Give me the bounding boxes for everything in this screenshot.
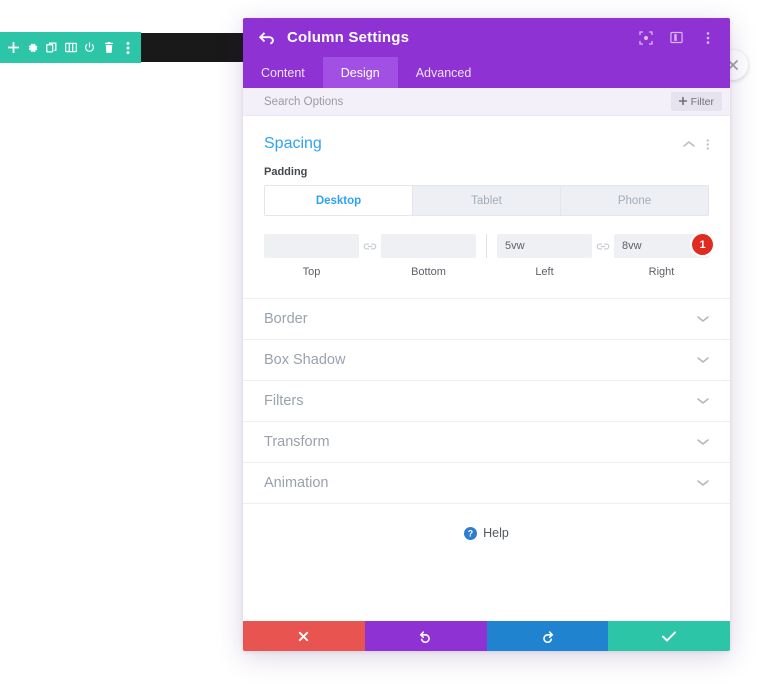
undo-icon [419,630,432,643]
modal-tabs: Content Design Advanced [243,57,730,88]
padding-fields-row: Top Bottom 5vw Left 8vw Right 1 [264,234,713,298]
page-title: Column Settings [287,29,410,46]
padding-top-label: Top [302,266,321,278]
module-toolbar [0,32,141,63]
column-settings-modal: Column Settings Content Design Advanced … [243,18,730,651]
accordion-box-shadow[interactable]: Box Shadow [243,340,730,381]
add-icon[interactable] [4,32,23,63]
chevron-down-icon [697,315,709,323]
spacing-group-icons [682,138,710,151]
spacing-group-header[interactable]: Spacing [264,116,709,166]
link-icon[interactable] [359,234,381,258]
accordion-label: Transform [264,434,330,450]
ellipsis-vertical-icon[interactable] [699,29,716,46]
filter-button[interactable]: Filter [670,92,722,111]
modal-body: Spacing Padding Desktop Tablet Phone Top… [243,116,730,621]
x-icon [298,631,309,642]
columns-icon[interactable] [61,32,80,63]
link-icon[interactable] [592,234,614,258]
modal-footer [243,621,730,651]
body-filler [243,540,730,621]
chevron-down-icon [697,397,709,405]
plus-icon [678,96,687,108]
check-icon [662,630,677,642]
duplicate-icon[interactable] [42,32,61,63]
help-label[interactable]: Help [483,526,509,540]
device-tab-phone[interactable]: Phone [561,186,708,215]
padding-label: Padding [264,166,308,178]
device-tab-tablet[interactable]: Tablet [413,186,561,215]
accordion-label: Animation [264,475,329,491]
chevron-down-icon [697,438,709,446]
trash-icon[interactable] [99,32,118,63]
modal-header: Column Settings [243,18,730,57]
redo-button[interactable] [486,621,609,651]
spacing-group: Spacing Padding Desktop Tablet Phone Top… [243,116,730,299]
svg-text:?: ? [468,528,473,538]
redo-icon [541,630,554,643]
filter-button-label: Filter [690,95,714,108]
accordion-transform[interactable]: Transform [243,422,730,463]
accordion-label: Filters [264,393,304,409]
padding-bottom-cell: Bottom [381,234,476,278]
search-bar: Filter [243,88,730,116]
accordion-label: Border [264,311,308,327]
padding-left-input[interactable] [497,234,592,258]
padding-bottom-input[interactable] [381,234,476,258]
accordion-label: Box Shadow [264,352,346,368]
accordion-filters[interactable]: Filters [243,381,730,422]
padding-top-input[interactable] [264,234,359,258]
back-arrow-icon[interactable] [259,31,275,45]
gear-icon[interactable] [23,32,42,63]
padding-left-cell: Left [497,234,592,278]
accordion-border[interactable]: Border [243,299,730,340]
ellipsis-vertical-icon[interactable] [118,32,137,63]
chevron-up-icon[interactable] [682,140,695,148]
tab-design[interactable]: Design [322,57,398,88]
power-icon[interactable] [80,32,99,63]
padding-divider [486,234,487,258]
panel-layout-icon[interactable] [668,29,685,46]
help-row: ? Help [243,504,730,540]
padding-pair-top-bottom: Top Bottom [264,234,476,278]
spacing-title: Spacing [264,135,322,152]
chevron-down-icon [697,356,709,364]
search-input[interactable] [264,95,671,108]
expand-icon[interactable] [637,29,654,46]
padding-bottom-label: Bottom [411,266,446,278]
undo-button[interactable] [364,621,487,651]
padding-badge: 1 [692,234,713,255]
padding-pair-left-right: Left Right [497,234,709,278]
device-tab-desktop[interactable]: Desktop [265,186,413,215]
chevron-down-icon [697,479,709,487]
ellipsis-vertical-icon[interactable] [706,138,710,151]
accordion-animation[interactable]: Animation [243,463,730,504]
cancel-button[interactable] [243,621,365,651]
tab-content[interactable]: Content [243,57,323,88]
padding-top-cell: Top [264,234,359,278]
padding-left-label: Left [535,266,554,278]
save-button[interactable] [608,621,730,651]
tab-advanced[interactable]: Advanced [398,57,490,88]
device-tabs: Desktop Tablet Phone [264,185,709,216]
modal-header-actions [637,29,716,46]
padding-right-label: Right [648,266,675,278]
question-circle-icon[interactable]: ? [464,526,478,540]
